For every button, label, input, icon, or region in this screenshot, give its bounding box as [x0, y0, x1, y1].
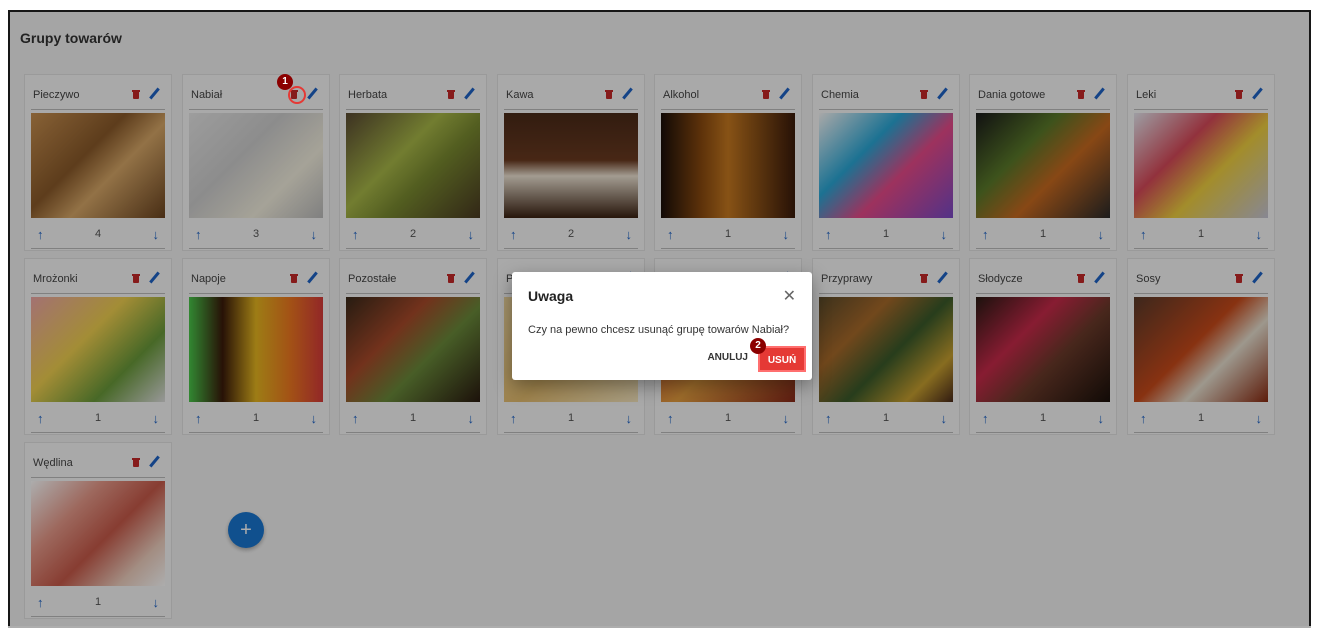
delete-confirm-button[interactable]: USUŃ [758, 346, 806, 372]
step-2-badge: 2 [750, 338, 766, 354]
confirm-delete-dialog: Uwaga ✕ Czy na pewno chcesz usunąć grupę… [512, 272, 812, 380]
step-1-highlight [288, 86, 306, 104]
dialog-title: Uwaga [528, 288, 574, 304]
dialog-message: Czy na pewno chcesz usunąć grupę towarów… [528, 324, 790, 336]
close-icon[interactable]: ✕ [783, 286, 796, 306]
cancel-button[interactable]: ANULUJ [707, 352, 748, 363]
step-1-badge: 1 [277, 74, 293, 90]
